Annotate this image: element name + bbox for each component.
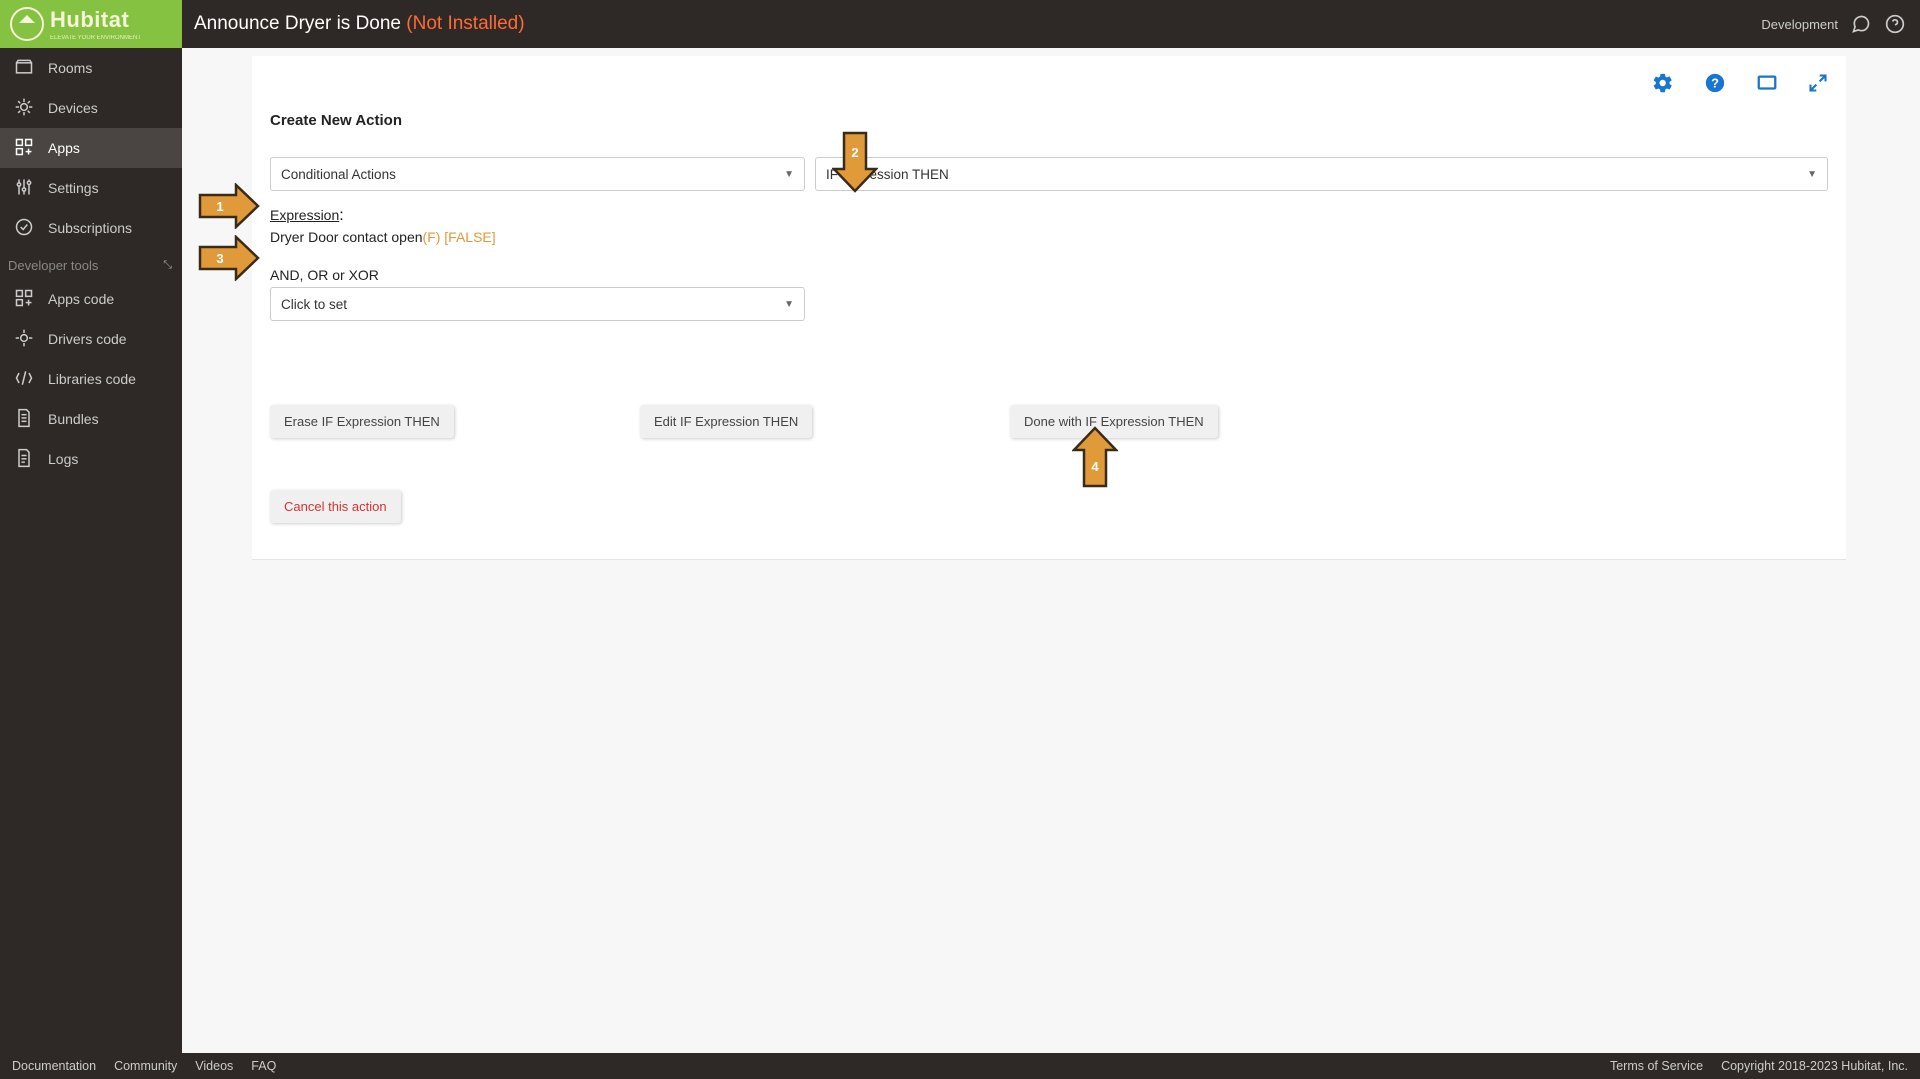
sidebar-item-label: Libraries code xyxy=(48,371,136,387)
footer-link-documentation[interactable]: Documentation xyxy=(12,1059,96,1073)
help-circle-icon[interactable]: ? xyxy=(1704,72,1726,94)
apps-code-icon xyxy=(14,288,34,311)
sidebar-item-label: Rooms xyxy=(48,60,92,76)
action-type-select[interactable]: Conditional Actions ▼ xyxy=(270,157,805,191)
brand-tagline: ELEVATE YOUR ENVIRONMENT xyxy=(50,35,141,41)
footer-copyright: Copyright 2018-2023 Hubitat, Inc. xyxy=(1721,1059,1908,1073)
sidebar-item-rooms[interactable]: Rooms xyxy=(0,48,182,88)
topbar: Hubitat ELEVATE YOUR ENVIRONMENT Announc… xyxy=(0,0,1920,48)
screen-icon[interactable] xyxy=(1756,72,1778,94)
sidebar-item-label: Apps xyxy=(48,140,80,156)
page-title: Announce Dryer is Done (Not Installed) xyxy=(194,13,525,35)
sidebar-item-subscriptions[interactable]: Subscriptions xyxy=(0,208,182,248)
collapse-icon: ⤡ xyxy=(163,259,172,272)
annotation-arrow-3: 3 xyxy=(198,235,260,281)
footer-link-community[interactable]: Community xyxy=(114,1059,177,1073)
brand-name: Hubitat xyxy=(50,7,141,33)
footer-tos[interactable]: Terms of Service xyxy=(1610,1059,1703,1073)
sidebar-item-label: Subscriptions xyxy=(48,220,132,236)
sidebar-item-label: Devices xyxy=(48,100,98,116)
section-title: Create New Action xyxy=(270,112,1828,129)
sidebar-item-label: Apps code xyxy=(48,291,114,307)
andor-select[interactable]: Click to set ▼ xyxy=(270,287,805,321)
sidebar-item-drivers-code[interactable]: Drivers code xyxy=(0,319,182,359)
cancel-action-button[interactable]: Cancel this action xyxy=(270,490,401,523)
subscriptions-icon xyxy=(14,217,34,240)
condition-type-select[interactable]: IF Expression THEN ▼ xyxy=(815,157,1828,191)
devices-icon xyxy=(14,97,34,120)
logo-area[interactable]: Hubitat ELEVATE YOUR ENVIRONMENT xyxy=(0,0,182,48)
sidebar-item-label: Logs xyxy=(48,451,78,467)
sidebar-item-apps-code[interactable]: Apps code xyxy=(0,279,182,319)
sidebar-item-label: Settings xyxy=(48,180,99,196)
edit-expression-button[interactable]: Edit IF Expression THEN xyxy=(640,405,812,438)
rooms-icon xyxy=(14,57,34,80)
footer: Documentation Community Videos FAQ Terms… xyxy=(0,1053,1920,1079)
erase-expression-button[interactable]: Erase IF Expression THEN xyxy=(270,405,454,438)
sidebar-section-developer[interactable]: Developer tools ⤡ xyxy=(0,248,182,279)
svg-text:3: 3 xyxy=(216,251,223,266)
caret-down-icon: ▼ xyxy=(784,169,794,180)
sidebar-item-label: Drivers code xyxy=(48,331,127,347)
annotation-arrow-1: 1 xyxy=(198,183,260,229)
expression-label: Expression xyxy=(270,207,339,223)
footer-link-videos[interactable]: Videos xyxy=(195,1059,233,1073)
content-panel: ? Create New Action Conditional Actions … xyxy=(252,56,1846,560)
svg-text:1: 1 xyxy=(216,199,223,214)
sidebar-item-apps[interactable]: Apps xyxy=(0,128,182,168)
annotation-arrow-4: 4 xyxy=(1072,426,1118,488)
gear-icon[interactable] xyxy=(1652,72,1674,94)
environment-label: Development xyxy=(1761,17,1838,32)
logo-icon xyxy=(10,7,44,41)
sidebar-item-devices[interactable]: Devices xyxy=(0,88,182,128)
drivers-code-icon xyxy=(14,328,34,351)
apps-icon xyxy=(14,137,34,160)
help-icon[interactable] xyxy=(1884,13,1906,35)
caret-down-icon: ▼ xyxy=(784,299,794,310)
chat-icon[interactable] xyxy=(1850,13,1872,35)
sidebar-item-libraries-code[interactable]: Libraries code xyxy=(0,359,182,399)
libraries-code-icon xyxy=(14,368,34,391)
sidebar-item-bundles[interactable]: Bundles xyxy=(0,399,182,439)
sidebar-item-settings[interactable]: Settings xyxy=(0,168,182,208)
annotation-arrow-2: 2 xyxy=(832,131,878,193)
main-content: ? Create New Action Conditional Actions … xyxy=(182,48,1920,1053)
sidebar: Rooms Devices Apps Settings Subscription… xyxy=(0,48,182,1053)
svg-text:?: ? xyxy=(1711,76,1719,91)
caret-down-icon: ▼ xyxy=(1807,169,1817,180)
expand-icon[interactable] xyxy=(1808,72,1828,94)
svg-text:4: 4 xyxy=(1091,459,1099,474)
sidebar-item-logs[interactable]: Logs xyxy=(0,439,182,479)
svg-text:2: 2 xyxy=(851,145,858,160)
footer-link-faq[interactable]: FAQ xyxy=(251,1059,276,1073)
settings-icon xyxy=(14,177,34,200)
logs-icon xyxy=(14,448,34,471)
andor-label: AND, OR or XOR xyxy=(270,267,1828,283)
expression-text: Dryer Door contact open(F) [FALSE] xyxy=(270,229,1828,245)
sidebar-item-label: Bundles xyxy=(48,411,99,427)
bundles-icon xyxy=(14,408,34,431)
